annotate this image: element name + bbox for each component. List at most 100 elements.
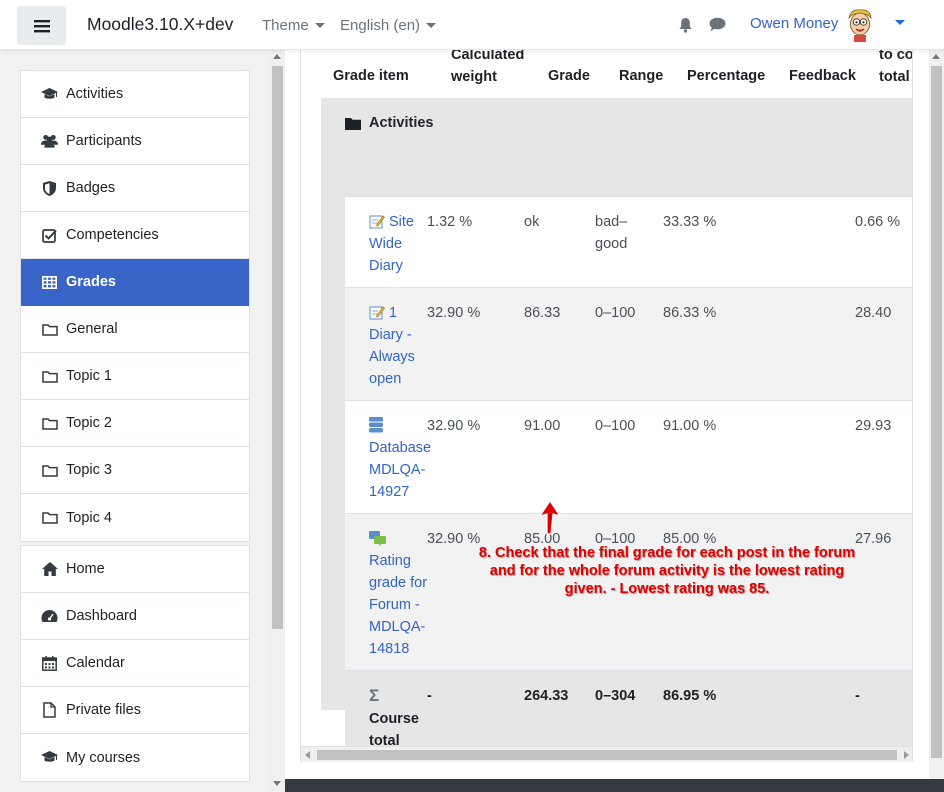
header-contribution[interactable]: to co total xyxy=(879,50,913,88)
header-line: to co xyxy=(879,50,913,63)
table-header-row: Grade item Calculated weight Grade Range… xyxy=(301,50,913,98)
main-region: Grade item Calculated weight Grade Range… xyxy=(285,50,944,792)
grade-item-name: Wide xyxy=(369,236,403,252)
folder-icon xyxy=(345,117,361,130)
user-name[interactable]: Owen Money xyxy=(750,15,838,32)
course-navigation: Activities Participants Badges Competenc… xyxy=(20,70,250,542)
nav-item-label: Grades xyxy=(66,274,116,290)
user-avatar[interactable] xyxy=(845,8,875,42)
grade-item-name: open xyxy=(369,371,402,387)
header-grade[interactable]: Grade xyxy=(548,65,590,87)
nav-item-label: Dashboard xyxy=(66,608,137,624)
folder-icon xyxy=(41,462,58,479)
nav-item-dashboard[interactable]: Dashboard xyxy=(21,593,249,640)
grade-item-name: Database xyxy=(369,440,432,456)
sigma-icon: Σ xyxy=(369,686,380,705)
header-percentage[interactable]: Percentage xyxy=(687,65,765,87)
table-icon xyxy=(41,274,58,291)
nav-item-label: Competencies xyxy=(66,227,159,243)
chevron-down-icon xyxy=(314,23,325,28)
drawer-scrollbar-thumb[interactable] xyxy=(272,66,283,629)
nav-item-activities[interactable]: Activities xyxy=(21,71,249,118)
scroll-left-arrow-icon[interactable] xyxy=(305,751,310,759)
header-range[interactable]: Range xyxy=(619,65,663,87)
user-grade-report-card: Grade item Calculated weight Grade Range… xyxy=(300,50,913,762)
nav-item-participants[interactable]: Participants xyxy=(21,118,249,165)
nav-item-label: Topic 2 xyxy=(66,415,112,431)
scroll-up-arrow-icon[interactable] xyxy=(932,54,940,59)
graduation-cap-icon xyxy=(41,86,58,103)
nav-item-label: Calendar xyxy=(66,655,125,671)
language-menu[interactable]: English (en) xyxy=(340,17,437,34)
grade-item-name: 14818 xyxy=(369,641,410,657)
file-icon xyxy=(41,702,58,719)
header-feedback[interactable]: Feedback xyxy=(789,65,856,87)
range-line: bad– xyxy=(595,214,628,230)
nav-item-home[interactable]: Home xyxy=(21,546,249,593)
header-calculated-weight[interactable]: Calculated weight xyxy=(451,50,524,88)
percentage-cell: 33.33 % xyxy=(663,214,717,230)
dashboard-icon xyxy=(41,608,58,625)
table-horizontal-scrollbar[interactable] xyxy=(301,746,912,762)
range-cell: 0–100 xyxy=(595,305,636,321)
nav-item-label: Topic 4 xyxy=(66,509,112,526)
shield-icon xyxy=(41,180,58,197)
calendar-icon xyxy=(41,655,58,672)
page-scrollbar[interactable] xyxy=(929,50,944,779)
nav-item-grades[interactable]: Grades xyxy=(21,259,249,306)
category-activities: Activities Site Wide Diary 1.32 % ok bad… xyxy=(321,98,912,710)
diary-icon xyxy=(369,306,385,320)
table-row: 1 Diary - Always open 32.90 % 86.33 0–10… xyxy=(345,287,912,400)
messages-chat-icon[interactable] xyxy=(709,17,726,36)
diary-icon xyxy=(369,215,385,229)
graduation-cap-icon xyxy=(41,749,58,766)
calculated-weight-cell: 32.90 % xyxy=(427,305,481,321)
nav-item-badges[interactable]: Badges xyxy=(21,165,249,212)
nav-item-label: Private files xyxy=(66,702,141,718)
scroll-right-arrow-icon[interactable] xyxy=(904,751,909,759)
nav-item-label: Participants xyxy=(66,133,142,149)
hamburger-menu-button[interactable] xyxy=(17,6,66,45)
grade-item-name: Forum - xyxy=(369,597,420,613)
annotation-line: 8. Check that the final grade for each p… xyxy=(478,545,856,561)
horizontal-scrollbar-thumb[interactable] xyxy=(317,750,897,760)
top-navbar: Moodle3.10.X+dev Theme English (en) Owen… xyxy=(0,0,944,50)
nav-item-label: Topic 1 xyxy=(66,368,112,384)
grade-item-name: grade for xyxy=(369,575,428,591)
folder-icon xyxy=(41,415,58,432)
nav-item-calendar[interactable]: Calendar xyxy=(21,640,249,687)
nav-item-my-courses[interactable]: My courses xyxy=(21,734,249,781)
nav-item-general[interactable]: General xyxy=(21,306,249,353)
nav-item-competencies[interactable]: Competencies xyxy=(21,212,249,259)
notifications-bell-icon[interactable] xyxy=(678,17,693,37)
nav-item-topic-2[interactable]: Topic 2 xyxy=(21,400,249,447)
page-footer xyxy=(285,779,944,792)
user-menu-chevron-down-icon[interactable] xyxy=(895,20,905,25)
table-row: Database MDLQA- 14927 32.90 % 91.00 0–10… xyxy=(345,400,912,513)
calculated-weight-cell: 1.32 % xyxy=(427,214,473,230)
page-scrollbar-thumb[interactable] xyxy=(931,66,942,758)
percentage-cell: 86.33 % xyxy=(663,305,717,321)
site-brand[interactable]: Moodle3.10.X+dev xyxy=(87,14,233,35)
nav-item-topic-1[interactable]: Topic 1 xyxy=(21,353,249,400)
grade-item-name: Diary xyxy=(369,258,403,274)
drawer-scrollbar[interactable] xyxy=(270,50,285,792)
theme-menu[interactable]: Theme xyxy=(262,17,325,34)
nav-item-topic-3[interactable]: Topic 3 xyxy=(21,447,249,494)
left-drawer: Activities Participants Badges Competenc… xyxy=(0,50,285,792)
total-contribution-cell: - xyxy=(855,688,860,704)
scroll-down-arrow-icon[interactable] xyxy=(273,781,281,786)
users-icon xyxy=(41,133,58,150)
grade-item-name: MDLQA- xyxy=(369,619,426,635)
contribution-cell: 0.66 % xyxy=(855,214,901,230)
nav-item-private-files[interactable]: Private files xyxy=(21,687,249,734)
category-name: Activities xyxy=(369,115,434,131)
total-weight-cell: - xyxy=(427,688,432,704)
nav-item-topic-4[interactable]: Topic 4 xyxy=(21,494,249,541)
folder-icon xyxy=(41,509,58,526)
theme-menu-label: Theme xyxy=(262,17,309,34)
range-cell: bad– good xyxy=(595,211,627,255)
scroll-up-arrow-icon[interactable] xyxy=(273,54,281,59)
folder-icon xyxy=(41,321,58,338)
header-grade-item[interactable]: Grade item xyxy=(333,65,409,87)
